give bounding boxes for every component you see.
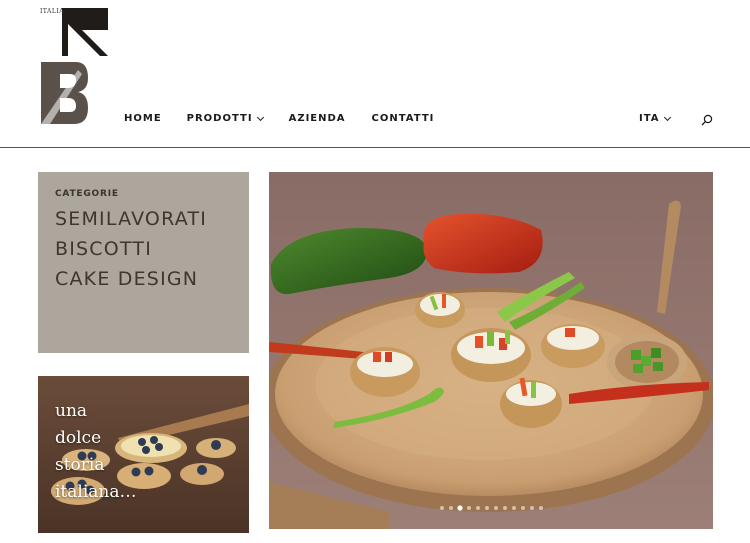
- nav-item-azienda[interactable]: AZIENDA: [289, 113, 346, 124]
- promo-line: dolce: [55, 428, 102, 448]
- hero-slider[interactable]: [269, 172, 713, 529]
- language-label: ITA: [639, 113, 660, 124]
- category-link-semilavorati[interactable]: SEMILAVORATI: [55, 204, 232, 234]
- category-link-biscotti[interactable]: BISCOTTI: [55, 234, 232, 264]
- tartlet: [415, 292, 465, 328]
- slider-dot[interactable]: [439, 506, 444, 510]
- categories-list: SEMILAVORATI BISCOTTI CAKE DESIGN: [55, 204, 232, 294]
- categories-panel: CATEGORIE SEMILAVORATI BISCOTTI CAKE DES…: [38, 172, 249, 353]
- nav-item-prodotti[interactable]: PRODOTTI: [186, 113, 264, 124]
- slider-dot[interactable]: [520, 506, 525, 510]
- slider-dot[interactable]: [448, 506, 453, 510]
- slider-dot[interactable]: [466, 506, 471, 510]
- slider-dot[interactable]: [538, 506, 543, 510]
- promo-line: una: [55, 401, 88, 421]
- categories-heading: CATEGORIE: [55, 189, 119, 199]
- slider-dot[interactable]: [484, 506, 489, 510]
- brand-logo[interactable]: ITALIA: [38, 8, 112, 128]
- slider-pagination: [269, 506, 713, 510]
- slider-dot[interactable]: [529, 506, 534, 510]
- logo-mark-icon: [41, 8, 108, 124]
- main-nav: HOME PRODOTTI AZIENDA CONTATTI: [124, 113, 434, 124]
- nav-item-label: PRODOTTI: [186, 113, 253, 124]
- category-link-cake-design[interactable]: CAKE DESIGN: [55, 264, 232, 294]
- slider-dot[interactable]: [475, 506, 480, 510]
- slider-dot[interactable]: [457, 506, 462, 510]
- nav-item-label: HOME: [124, 113, 162, 124]
- nav-item-label: CONTATTI: [371, 113, 435, 124]
- slider-dot[interactable]: [511, 506, 516, 510]
- promo-banner[interactable]: una dolce storia italiana…: [38, 376, 249, 533]
- nav-item-contatti[interactable]: CONTATTI: [372, 113, 435, 124]
- promo-text: una dolce storia italiana…: [55, 398, 137, 506]
- slider-dot[interactable]: [502, 506, 507, 510]
- brand-country: ITALIA: [40, 8, 65, 15]
- chevron-down-icon: [256, 113, 264, 121]
- hero-slide-image: [269, 172, 713, 529]
- chevron-down-icon: [663, 113, 671, 121]
- slider-dot[interactable]: [493, 506, 498, 510]
- nav-item-home[interactable]: HOME: [124, 113, 162, 124]
- search-icon: [701, 114, 713, 126]
- search-button[interactable]: [701, 114, 713, 126]
- header-divider: [0, 147, 750, 148]
- promo-line: italiana…: [55, 482, 137, 502]
- language-selector[interactable]: ITA: [639, 113, 671, 124]
- nav-item-label: AZIENDA: [288, 113, 346, 124]
- promo-line: storia: [55, 455, 105, 475]
